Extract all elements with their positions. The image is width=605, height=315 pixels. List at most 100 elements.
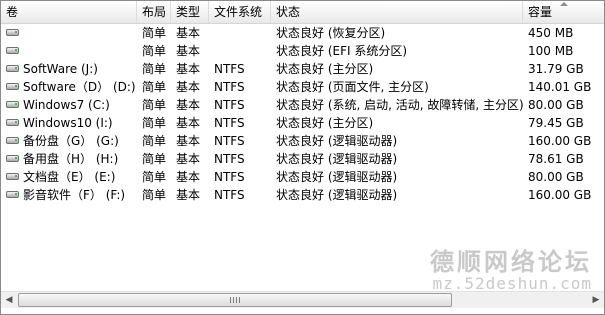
drive-icon — [6, 29, 19, 36]
cell-volume: 备份盘（G） (G:) — [1, 132, 137, 150]
cell-status: 状态良好 (主分区) — [276, 62, 374, 76]
cell-filesystem: NTFS — [214, 188, 245, 202]
cell-status: 状态良好 (系统, 启动, 活动, 故障转储, 主分区) — [276, 98, 523, 112]
cell-type: 基本 — [176, 170, 201, 184]
column-header-type-label: 类型 — [176, 5, 201, 19]
table-row[interactable]: Software（D） (D:) 简单 基本 NTFS 状态良好 (页面文件, … — [1, 78, 604, 96]
cell-layout: 简单 — [142, 134, 167, 148]
volume-name: 备用盘（H） (H:) — [23, 152, 119, 166]
cell-layout: 简单 — [142, 152, 167, 166]
table-row[interactable]: 影音软件（F） (F:) 简单 基本 NTFS 状态良好 (逻辑驱动器) 160… — [1, 186, 604, 204]
cell-volume: Windows10 (I:) — [1, 114, 137, 132]
cell-capacity: 100 MB — [528, 44, 574, 58]
cell-status: 状态良好 (页面文件, 主分区) — [276, 80, 429, 94]
column-header-layout[interactable]: 布局 — [137, 1, 171, 23]
cell-filesystem — [209, 24, 271, 42]
cell-volume: 影音软件（F） (F:) — [1, 186, 137, 204]
drive-icon — [6, 83, 19, 90]
cell-status: 状态良好 (主分区) — [276, 116, 374, 130]
grip-icon — [230, 297, 240, 303]
cell-capacity: 80.00 GB — [528, 170, 584, 184]
cell-layout: 简单 — [142, 26, 167, 40]
cell-status: 状态良好 (恢复分区) — [276, 26, 386, 40]
scroll-left-button[interactable]: ◀ — [1, 292, 17, 308]
table-row[interactable]: 文档盘（E） (E:) 简单 基本 NTFS 状态良好 (逻辑驱动器) 80.0… — [1, 168, 604, 186]
drive-icon — [6, 137, 19, 144]
drive-icon — [6, 119, 19, 126]
cell-layout: 简单 — [142, 170, 167, 184]
table-row[interactable]: SoftWare (J:) 简单 基本 NTFS 状态良好 (主分区) 31.7… — [1, 60, 604, 78]
column-header-capacity[interactable]: 容量 — [523, 1, 604, 23]
cell-filesystem: NTFS — [214, 116, 245, 130]
cell-type: 基本 — [176, 26, 201, 40]
column-header-filesystem[interactable]: 文件系统 — [209, 1, 271, 23]
cell-status: 状态良好 (逻辑驱动器) — [276, 152, 398, 166]
cell-type: 基本 — [176, 116, 201, 130]
drive-icon — [6, 155, 19, 162]
volume-name: Windows10 (I:) — [23, 116, 113, 130]
cell-status: 状态良好 (逻辑驱动器) — [276, 134, 398, 148]
table-row[interactable]: 简单 基本 状态良好 (EFI 系统分区) 100 MB — [1, 42, 604, 60]
cell-layout: 简单 — [142, 80, 167, 94]
cell-capacity: 140.01 GB — [528, 80, 592, 94]
table-row[interactable]: 备用盘（H） (H:) 简单 基本 NTFS 状态良好 (逻辑驱动器) 78.6… — [1, 150, 604, 168]
volume-list-window: 卷 布局 类型 文件系统 状态 容量 简单 基本 状态良好 (恢复分区) 450… — [0, 0, 605, 315]
cell-type: 基本 — [176, 80, 201, 94]
sort-arrow-icon — [559, 2, 568, 6]
column-header: 卷 布局 类型 文件系统 状态 容量 — [1, 1, 604, 24]
column-header-status-label: 状态 — [276, 5, 301, 19]
cell-volume: 备用盘（H） (H:) — [1, 150, 137, 168]
watermark-url: mz.52deshun.com — [432, 274, 592, 293]
drive-icon — [6, 173, 19, 180]
volume-name: SoftWare (J:) — [23, 62, 98, 76]
cell-status: 状态良好 (逻辑驱动器) — [276, 170, 398, 184]
cell-status: 状态良好 (EFI 系统分区) — [276, 44, 408, 58]
cell-volume: Windows7 (C:) — [1, 96, 137, 114]
column-header-type[interactable]: 类型 — [171, 1, 209, 23]
scrollbar-thumb[interactable] — [18, 293, 452, 307]
volume-name: 影音软件（F） (F:) — [23, 188, 126, 202]
cell-layout: 简单 — [142, 98, 167, 112]
cell-type: 基本 — [176, 152, 201, 166]
forum-watermark: 德顺网络论坛 mz.52deshun.com — [430, 248, 592, 292]
column-header-status[interactable]: 状态 — [271, 1, 523, 23]
table-row[interactable]: 备份盘（G） (G:) 简单 基本 NTFS 状态良好 (逻辑驱动器) 160.… — [1, 132, 604, 150]
cell-layout: 简单 — [142, 116, 167, 130]
cell-filesystem: NTFS — [214, 62, 245, 76]
drive-icon — [6, 47, 19, 54]
cell-capacity: 160.00 GB — [528, 188, 592, 202]
volume-rows: 简单 基本 状态良好 (恢复分区) 450 MB 简单 基本 状态良好 (EFI… — [1, 24, 604, 204]
volume-name: Software（D） (D:) — [23, 80, 136, 94]
cell-layout: 简单 — [142, 44, 167, 58]
column-header-filesystem-label: 文件系统 — [214, 5, 263, 19]
table-row[interactable]: Windows10 (I:) 简单 基本 NTFS 状态良好 (主分区) 79.… — [1, 114, 604, 132]
volume-name: 备份盘（G） (G:) — [23, 134, 119, 148]
cell-filesystem: NTFS — [214, 98, 245, 112]
cell-type: 基本 — [176, 98, 201, 112]
scroll-right-button[interactable]: ▶ — [588, 292, 604, 308]
cell-volume: 文档盘（E） (E:) — [1, 168, 137, 186]
cell-type: 基本 — [176, 188, 201, 202]
cell-status: 状态良好 (逻辑驱动器) — [276, 188, 398, 202]
column-header-volume[interactable]: 卷 — [1, 1, 137, 23]
cell-type: 基本 — [176, 134, 201, 148]
cell-capacity: 79.45 GB — [528, 116, 584, 130]
cell-filesystem: NTFS — [214, 80, 245, 94]
column-header-capacity-label: 容量 — [528, 5, 553, 19]
volume-name: Windows7 (C:) — [23, 98, 110, 112]
watermark-title: 德顺网络论坛 — [430, 248, 592, 276]
table-row[interactable]: 简单 基本 状态良好 (恢复分区) 450 MB — [1, 24, 604, 42]
drive-icon — [6, 191, 19, 198]
drive-icon — [6, 65, 19, 72]
cell-type: 基本 — [176, 62, 201, 76]
cell-volume: Software（D） (D:) — [1, 78, 137, 96]
column-header-layout-label: 布局 — [142, 5, 167, 19]
horizontal-scrollbar[interactable]: ◀ ▶ — [1, 291, 604, 308]
cell-capacity: 160.00 GB — [528, 134, 592, 148]
table-row[interactable]: Windows7 (C:) 简单 基本 NTFS 状态良好 (系统, 启动, 活… — [1, 96, 604, 114]
volume-name: 文档盘（E） (E:) — [23, 170, 116, 184]
cell-capacity: 450 MB — [528, 26, 574, 40]
column-header-volume-label: 卷 — [6, 5, 19, 19]
cell-volume — [1, 42, 137, 60]
cell-capacity: 80.00 GB — [528, 98, 584, 112]
